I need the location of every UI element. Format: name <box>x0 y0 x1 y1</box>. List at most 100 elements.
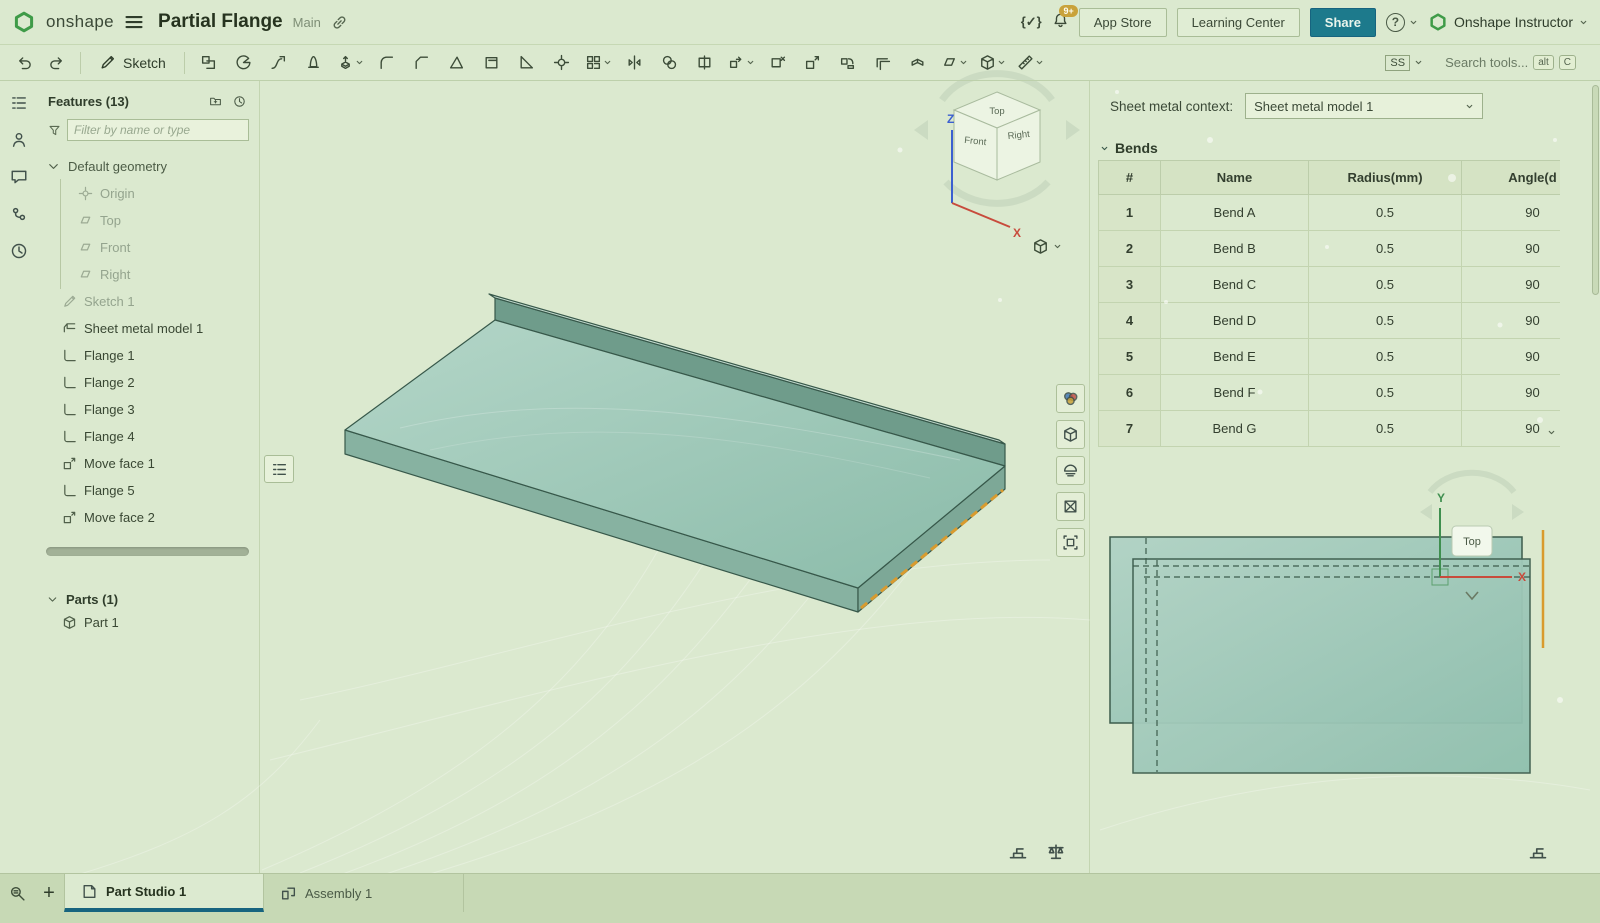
feature-tree-item[interactable]: Flange 5 <box>38 477 259 504</box>
part-top-face[interactable] <box>345 320 1005 588</box>
tool-plane[interactable] <box>939 49 970 77</box>
bend-radius-cell[interactable]: 0.5 <box>1309 231 1462 267</box>
table-row[interactable]: 7 Bend G 0.5 90 <box>1099 411 1561 447</box>
feature-tree-item[interactable]: Flange 3 <box>38 396 259 423</box>
feature-tree-item[interactable]: Origin <box>38 180 259 207</box>
tool-derived[interactable] <box>195 49 223 77</box>
tool-offset-surface[interactable] <box>869 49 897 77</box>
bend-angle-cell[interactable]: 90 <box>1462 375 1561 411</box>
create-folder-button[interactable] <box>203 91 227 111</box>
table-row[interactable]: 5 Bend E 0.5 90 <box>1099 339 1561 375</box>
bend-name-cell[interactable]: Bend E <box>1161 339 1309 375</box>
view-cube[interactable]: Top Front Right <box>914 74 1080 204</box>
redo-button[interactable] <box>42 49 70 77</box>
learning-center-button[interactable]: Learning Center <box>1177 8 1300 37</box>
chevron-down-icon[interactable] <box>355 58 364 67</box>
table-row[interactable]: 2 Bend B 0.5 90 <box>1099 231 1561 267</box>
feature-manager[interactable] <box>7 91 31 115</box>
tool-hole[interactable] <box>548 49 576 77</box>
sheet-metal-context-select[interactable]: Sheet metal model 1 <box>1245 93 1483 119</box>
bend-number-cell[interactable]: 2 <box>1099 231 1161 267</box>
undo-button[interactable] <box>10 49 38 77</box>
notifications-button[interactable]: 9+ <box>1052 12 1069 32</box>
mass-properties-icon[interactable] <box>1046 842 1066 862</box>
chevron-down-icon[interactable] <box>959 58 968 67</box>
scrollbar-thumb[interactable] <box>1592 85 1599 295</box>
bend-number-cell[interactable]: 6 <box>1099 375 1161 411</box>
view-cube-front-face[interactable] <box>954 110 997 180</box>
bend-angle-cell[interactable]: 90 <box>1462 231 1561 267</box>
tool-boolean[interactable] <box>656 49 684 77</box>
bend-radius-cell[interactable]: 0.5 <box>1309 267 1462 303</box>
part-left-side-face[interactable] <box>345 430 858 612</box>
feature-tree-item[interactable]: Sheet metal model 1 <box>38 315 259 342</box>
bend-name-cell[interactable]: Bend D <box>1161 303 1309 339</box>
tool-measure[interactable] <box>1015 49 1046 77</box>
bend-radius-cell[interactable]: 0.5 <box>1309 195 1462 231</box>
bend-radius-cell[interactable]: 0.5 <box>1309 303 1462 339</box>
share-button[interactable]: Share <box>1310 8 1376 37</box>
feature-tree-item[interactable]: Move face 1 <box>38 450 259 477</box>
rollback-bar[interactable] <box>46 547 249 556</box>
tab-part-studio[interactable]: Part Studio 1 <box>64 874 264 912</box>
part-back-flange-top[interactable] <box>489 294 1005 444</box>
bend-number-cell[interactable]: 4 <box>1099 303 1161 339</box>
bend-number-cell[interactable]: 1 <box>1099 195 1161 231</box>
tool-revolve[interactable] <box>230 49 258 77</box>
bend-radius-cell[interactable]: 0.5 <box>1309 339 1462 375</box>
bend-radius-cell[interactable]: 0.5 <box>1309 375 1462 411</box>
isolate[interactable] <box>1056 528 1085 557</box>
bend-number-cell[interactable]: 7 <box>1099 411 1161 447</box>
tool-named-views[interactable] <box>977 49 1008 77</box>
feature-list-toggle-button[interactable] <box>264 455 294 483</box>
feature-tree-item[interactable]: Default geometry <box>38 153 259 180</box>
tool-shell[interactable] <box>478 49 506 77</box>
flatten-toggle-icon[interactable] <box>1008 842 1028 862</box>
history[interactable] <box>7 239 31 263</box>
part-back-flange-face[interactable] <box>495 298 1005 466</box>
bend-name-cell[interactable]: Bend B <box>1161 231 1309 267</box>
feature-filter-input[interactable] <box>67 119 249 141</box>
table-row[interactable]: 6 Bend F 0.5 90 <box>1099 375 1561 411</box>
section-view[interactable] <box>1056 456 1085 485</box>
bend-name-cell[interactable]: Bend C <box>1161 267 1309 303</box>
bend-name-cell[interactable]: Bend G <box>1161 411 1309 447</box>
bend-name-cell[interactable]: Bend F <box>1161 375 1309 411</box>
tool-extrude[interactable] <box>335 49 366 77</box>
bend-angle-cell[interactable]: 90 <box>1462 339 1561 375</box>
bend-angle-cell[interactable]: 90 <box>1462 303 1561 339</box>
tool-sweep[interactable] <box>265 49 293 77</box>
parts-section-header[interactable]: Parts (1) <box>46 592 259 607</box>
table-row[interactable]: 3 Bend C 0.5 90 <box>1099 267 1561 303</box>
main-menu-button[interactable] <box>124 12 144 32</box>
comments[interactable] <box>7 165 31 189</box>
sketch-style-selector[interactable]: SS <box>1385 55 1423 71</box>
feature-tree-item[interactable]: Sketch 1 <box>38 288 259 315</box>
feature-tree-item[interactable]: Flange 1 <box>38 342 259 369</box>
feature-tree-item[interactable]: Move face 2 <box>38 504 259 531</box>
part-3d-model[interactable] <box>345 294 1005 612</box>
view-menu-button[interactable] <box>1032 238 1062 255</box>
tab-assembly[interactable]: Assembly 1 <box>264 874 464 912</box>
tool-chamfer[interactable] <box>408 49 436 77</box>
right-scrollbar[interactable] <box>1591 81 1600 873</box>
branch-label[interactable]: Main <box>293 15 321 30</box>
bends-section-header[interactable]: Bends <box>1100 140 1591 156</box>
tool-split[interactable] <box>691 49 719 77</box>
chevron-down-icon[interactable] <box>997 58 1006 67</box>
bends-column-header[interactable]: Name <box>1161 161 1309 195</box>
bends-column-header[interactable]: Angle(d <box>1462 161 1561 195</box>
feature-tree-item[interactable]: Front <box>38 234 259 261</box>
part-list-item[interactable]: Part 1 <box>38 609 259 636</box>
bends-column-header[interactable]: Radius(mm) <box>1309 161 1462 195</box>
help-menu[interactable]: ? <box>1386 13 1418 32</box>
tool-delete-face[interactable] <box>764 49 792 77</box>
feature-tree-item[interactable]: Flange 2 <box>38 369 259 396</box>
bend-number-cell[interactable]: 5 <box>1099 339 1161 375</box>
tool-move-face[interactable] <box>799 49 827 77</box>
feature-tree-item[interactable]: Right <box>38 261 259 288</box>
bend-angle-cell[interactable]: 90 <box>1462 195 1561 231</box>
tool-replace-face[interactable] <box>834 49 862 77</box>
table-row[interactable]: 4 Bend D 0.5 90 <box>1099 303 1561 339</box>
follow-mode[interactable] <box>7 128 31 152</box>
